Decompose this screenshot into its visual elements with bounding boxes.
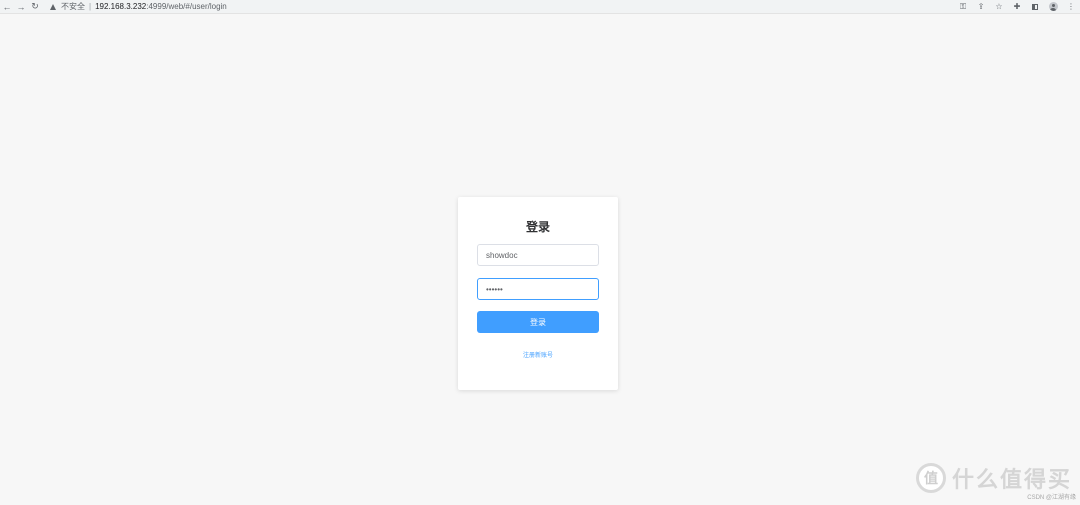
toolbar-actions: ⚿ ⇪ ☆ ✚ ⋮ [958, 0, 1076, 13]
login-title: 登录 [525, 220, 550, 234]
reload-icon: ↻ [31, 1, 39, 11]
warning-icon [50, 3, 56, 10]
share-icon[interactable]: ⇪ [976, 0, 986, 13]
extensions-icon[interactable]: ✚ [1012, 0, 1022, 13]
side-panel-icon [1032, 3, 1038, 10]
browser-toolbar: ← → ↻ 不安全 | 192.168.3.232:4999/web/#/use… [0, 0, 1080, 14]
security-status[interactable]: 不安全 [61, 1, 85, 12]
reload-button[interactable]: ↻ [28, 0, 42, 13]
arrow-left-icon: ← [2, 1, 12, 12]
login-card: 登录 登录 注册新账号 [458, 197, 618, 390]
key-icon[interactable]: ⚿ [958, 0, 968, 13]
watermark-text: 什么值得买 [951, 468, 1072, 493]
url-path: :4999/web/#/user/login [146, 2, 227, 11]
password-input[interactable] [477, 278, 599, 300]
address-bar[interactable]: 不安全 | 192.168.3.232:4999/web/#/user/logi… [50, 0, 227, 13]
url-host: 192.168.3.232 [95, 2, 147, 11]
profile-button[interactable] [1048, 0, 1058, 13]
star-icon[interactable]: ☆ [994, 0, 1004, 13]
side-panel-button[interactable] [1030, 0, 1040, 13]
url-text[interactable]: 192.168.3.232:4999/web/#/user/login [95, 2, 227, 11]
menu-icon[interactable]: ⋮ [1066, 0, 1076, 13]
watermark-logo: 值 [915, 463, 946, 493]
arrow-right-icon: → [16, 1, 26, 12]
watermark: 值 什么值得买 [915, 462, 1072, 494]
register-link[interactable]: 注册新账号 [458, 350, 618, 359]
username-input[interactable] [477, 244, 599, 266]
forward-button[interactable]: → [14, 0, 28, 13]
login-button[interactable]: 登录 [477, 311, 599, 333]
profile-icon [1048, 2, 1058, 11]
back-button[interactable]: ← [0, 0, 14, 13]
address-separator: | [89, 2, 92, 11]
credit-text: CSDN @江湖有缘 [1027, 495, 1076, 501]
